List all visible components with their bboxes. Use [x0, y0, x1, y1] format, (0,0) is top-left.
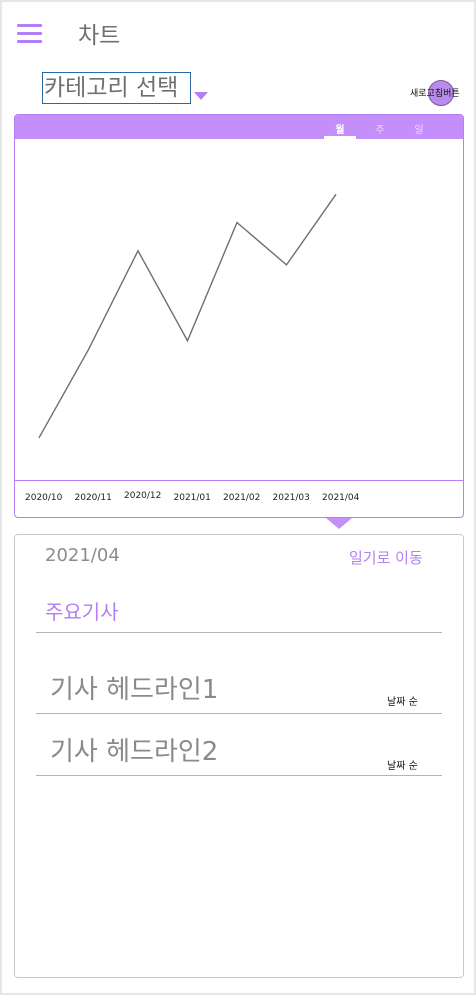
news-card: 2021/04 일기로 이동 주요기사 기사 헤드라인1 날짜 순 기사 헤드라…	[14, 534, 464, 978]
x-tick-label: 2021/02	[223, 493, 261, 503]
chart-period-tabs: 월 주 일	[15, 115, 463, 139]
x-tick-label: 2021/01	[173, 493, 211, 503]
menu-bar	[17, 40, 42, 43]
line-chart	[38, 193, 337, 439]
headline-link[interactable]: 기사 헤드라인2	[50, 731, 218, 768]
tab-month[interactable]: 월	[324, 121, 356, 136]
section-title: 주요기사	[45, 600, 119, 624]
chevron-down-icon[interactable]	[194, 92, 208, 100]
menu-bar	[17, 32, 42, 35]
x-axis-line	[15, 480, 463, 481]
month-pointer-icon	[326, 518, 352, 529]
headline-link[interactable]: 기사 헤드라인1	[50, 669, 218, 706]
divider	[36, 632, 442, 633]
x-tick-label: 2021/03	[272, 493, 310, 503]
x-tick-label: 2020/12	[124, 491, 162, 501]
page-title: 차트	[78, 23, 121, 49]
series-line	[38, 193, 337, 439]
chart-card: 월 주 일 2020/10 2020/11 2020/12 2021/01 2021/0…	[14, 114, 464, 518]
x-tick-label: 2020/10	[25, 493, 63, 503]
category-select[interactable]: 카테고리 선택	[42, 72, 191, 104]
x-tick-label: 2021/04	[322, 493, 360, 503]
sort-by-date[interactable]: 날짜 순	[387, 757, 418, 772]
go-to-diary-link[interactable]: 일기로 이동	[349, 547, 423, 568]
menu-bar	[17, 24, 42, 27]
menu-icon[interactable]	[17, 24, 43, 44]
divider	[36, 713, 442, 714]
sort-by-date[interactable]: 날짜 순	[387, 693, 418, 708]
news-date: 2021/04	[45, 545, 120, 566]
divider	[36, 775, 442, 776]
tab-week[interactable]: 주	[364, 121, 396, 136]
x-tick-label: 2020/11	[74, 493, 112, 503]
refresh-button-label[interactable]: 새로고침버튼	[410, 86, 460, 99]
tab-day[interactable]: 일	[403, 121, 435, 136]
